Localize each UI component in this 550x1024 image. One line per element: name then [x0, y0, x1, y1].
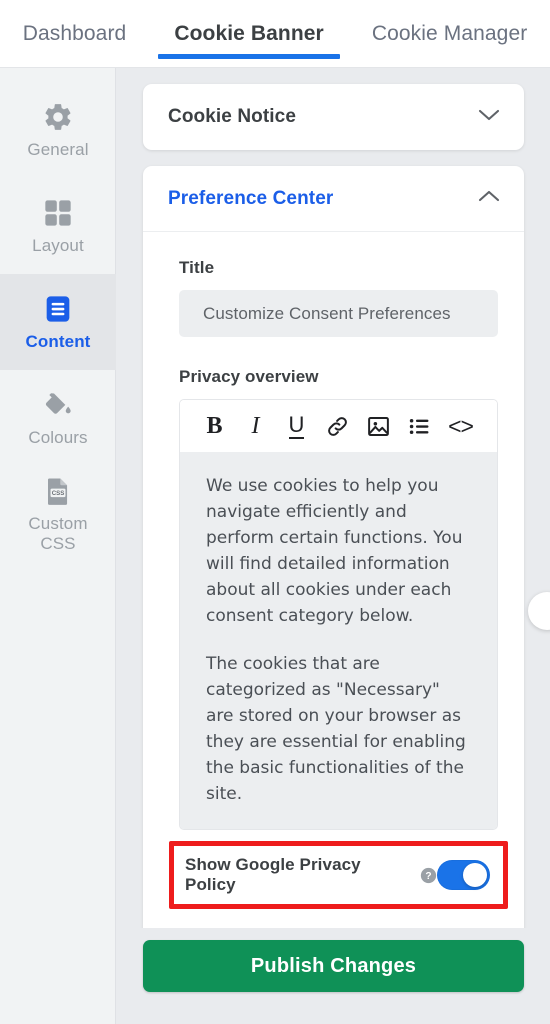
sidebar-label-layout: Layout	[32, 235, 84, 255]
svg-text:?: ?	[425, 871, 431, 882]
top-tab-bar: Dashboard Cookie Banner Cookie Manager	[0, 0, 550, 68]
editor-privacy-overview: B I U <> We use cookies to help you navi…	[179, 399, 498, 830]
chevron-down-icon[interactable]	[478, 108, 500, 126]
panel-right-edge	[536, 68, 550, 1024]
card-cookie-notice[interactable]: Cookie Notice	[143, 84, 524, 150]
google-privacy-toggle-highlight: Show Google Privacy Policy ?	[169, 841, 508, 909]
grid-icon	[42, 197, 74, 229]
sidebar-item-general[interactable]: General	[0, 82, 116, 178]
gear-icon	[42, 101, 74, 133]
toggle-label-group: Show Google Privacy Policy ?	[185, 855, 437, 895]
sidebar-item-custom-css[interactable]: CSS Custom CSS	[0, 466, 116, 562]
tab-cookie-manager[interactable]: Cookie Manager	[348, 0, 550, 68]
cookie-notice-header[interactable]: Cookie Notice	[143, 84, 524, 150]
link-icon[interactable]	[317, 406, 358, 447]
label-title: Title	[179, 258, 215, 277]
sidebar-label-custom-css: Custom CSS	[28, 513, 88, 553]
underline-icon[interactable]: U	[276, 406, 317, 447]
sidebar-label-colours: Colours	[28, 427, 88, 447]
sidebar-label-general: General	[27, 139, 89, 159]
label-privacy-overview: Privacy overview	[179, 367, 319, 386]
css-file-icon: CSS	[42, 475, 74, 507]
preference-center-body: Title Customize Consent Preferences Priv…	[143, 232, 524, 1024]
card-preference-center: Preference Center Title Customize Consen…	[143, 166, 524, 1024]
editor-content-privacy[interactable]: We use cookies to help you navigate effi…	[180, 453, 497, 829]
svg-text:CSS: CSS	[52, 490, 65, 497]
settings-sidebar: General Layout Content Colours CSS Custo…	[0, 68, 116, 1024]
toggle-show-google-privacy-policy[interactable]	[437, 860, 490, 890]
paint-bucket-icon	[42, 389, 74, 421]
tab-dashboard[interactable]: Dashboard	[0, 0, 150, 68]
preference-center-header[interactable]: Preference Center	[143, 166, 524, 232]
sidebar-item-layout[interactable]: Layout	[0, 178, 116, 274]
editor-toolbar-privacy: B I U <>	[180, 400, 497, 453]
source-code-icon[interactable]: <>	[440, 406, 481, 447]
chevron-up-icon[interactable]	[478, 190, 500, 208]
privacy-paragraph-1: We use cookies to help you navigate effi…	[206, 476, 463, 626]
sidebar-item-colours[interactable]: Colours	[0, 370, 116, 466]
publish-footer: Publish Changes	[117, 928, 550, 1024]
bulleted-list-icon[interactable]	[399, 406, 440, 447]
question-circle-icon[interactable]: ?	[420, 867, 437, 884]
sidebar-label-content: Content	[25, 331, 91, 351]
bold-icon[interactable]: B	[194, 406, 235, 447]
privacy-paragraph-2: The cookies that are categorized as "Nec…	[206, 654, 466, 804]
toggle-knob	[463, 863, 487, 887]
cookie-notice-title: Cookie Notice	[168, 106, 296, 127]
italic-icon[interactable]: I	[235, 406, 276, 447]
publish-changes-button[interactable]: Publish Changes	[143, 940, 524, 992]
label-show-google-privacy-policy: Show Google Privacy Policy	[185, 855, 361, 894]
preference-center-title: Preference Center	[168, 187, 334, 209]
row-show-google-privacy-policy[interactable]: Show Google Privacy Policy ?	[179, 852, 498, 898]
input-title[interactable]: Customize Consent Preferences	[179, 290, 498, 337]
image-icon[interactable]	[358, 406, 399, 447]
tab-cookie-banner[interactable]: Cookie Banner	[150, 0, 348, 68]
sidebar-item-content[interactable]: Content	[0, 274, 116, 370]
app-root: Dashboard Cookie Banner Cookie Manager G…	[0, 0, 550, 1024]
document-lines-icon	[42, 293, 74, 325]
settings-main-panel: Cookie Notice Preference Center Title Cu…	[117, 68, 550, 1024]
